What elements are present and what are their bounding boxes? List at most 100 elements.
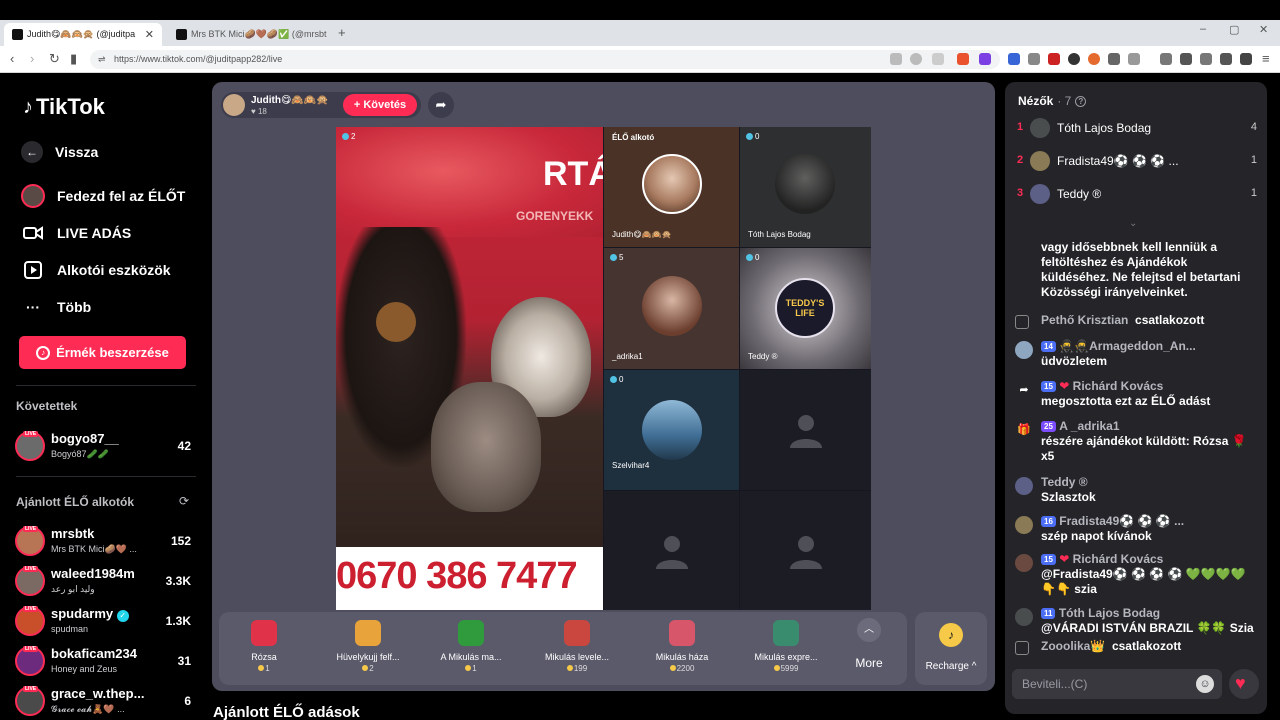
level-badge: 14 [1041, 341, 1056, 352]
gift-item[interactable]: Rózsa 1 [219, 620, 309, 673]
emoji-icon[interactable]: ☺ [1196, 675, 1214, 693]
nav-label: Fedezd fel az ÉLŐT [57, 188, 186, 204]
expand-viewers-icon[interactable]: ⌄ [1129, 218, 1137, 229]
chat-user[interactable]: Fradista49⚽ ⚽ ⚽ ... [1059, 514, 1184, 528]
extension-icon[interactable] [1068, 53, 1080, 65]
chat-text: üdvözletem [1041, 354, 1108, 368]
recharge-button[interactable]: ♪ Recharge ^ [915, 612, 987, 685]
empty-seat[interactable] [740, 491, 871, 610]
gift-item[interactable]: Mikulás háza 2200 [637, 620, 727, 673]
browser-tab[interactable]: Mrs BTK Mici🥔🤎🥔✅ (@mrsbt [168, 23, 328, 46]
host-avatar[interactable] [223, 94, 245, 116]
zoom-icon[interactable] [910, 53, 922, 65]
gift-item[interactable]: A Mikulás ma... 1 [426, 620, 516, 673]
rose-gift-icon [251, 620, 277, 646]
chat-user[interactable]: Richárd Kovács [1073, 379, 1164, 393]
nav-explore-live[interactable]: Fedezd fel az ÉLŐT [21, 184, 185, 208]
guest-video[interactable]: 5 _adrika1 [604, 248, 739, 369]
viewer-row[interactable]: 2 Fradista49⚽ ⚽ ⚽ ... 1 [1017, 151, 1257, 173]
recommended-item[interactable]: LIVE grace_w.thep... 𝓖𝓻𝓪𝓬𝓮 𝓮𝓪𝓱🧸🤎 ... 6 [15, 684, 191, 720]
share-icon[interactable] [932, 53, 944, 65]
viewer-count: 152 [170, 534, 191, 548]
chat-user[interactable]: Zooolika👑 [1041, 639, 1105, 653]
menu-icon[interactable]: ≡ [1262, 51, 1270, 66]
avatar[interactable] [1015, 608, 1033, 626]
gift-item[interactable]: Mikulás expre... 5999 [741, 620, 831, 673]
avatar[interactable] [1015, 516, 1033, 534]
empty-seat[interactable] [604, 491, 739, 610]
chat-user[interactable]: Tóth Lajos Bodag [1059, 606, 1160, 620]
nav-live-broadcast[interactable]: LIVE ADÁS [21, 221, 131, 245]
avatar[interactable] [1015, 477, 1033, 495]
host-name[interactable]: Judith😋🙈🙉🙊 [251, 95, 329, 106]
tiktok-logo[interactable]: ♪ TikTok [23, 94, 105, 120]
bookmark-icon[interactable]: ▮ [70, 51, 77, 67]
close-window-button[interactable]: ✕ [1259, 23, 1268, 36]
music-icon[interactable] [1160, 53, 1172, 65]
back-button[interactable]: ← Vissza [21, 141, 98, 163]
get-coins-button[interactable]: ♪ Érmék beszerzése [19, 336, 186, 369]
gift-item[interactable]: Mikulás levele... 199 [532, 620, 622, 673]
avatar[interactable] [1015, 341, 1033, 359]
share-icon[interactable]: ➦ [428, 92, 454, 118]
extension-icon[interactable] [1008, 53, 1020, 65]
gift-item[interactable]: Hüvelykujj felf... 2 [323, 620, 413, 673]
help-icon[interactable]: ? [1075, 95, 1087, 107]
host-video[interactable]: ÉLŐ alkotó Judith😋🙈🙉🙊 [604, 127, 739, 247]
more-gifts-button[interactable]: ︿ More [849, 618, 889, 670]
recommended-item[interactable]: LIVE spudarmy ✓ spudman 1.3K [15, 604, 191, 640]
reload-icon[interactable]: ↻ [49, 51, 60, 67]
like-button[interactable]: ♥ [1229, 669, 1259, 699]
extension-icon[interactable] [1088, 53, 1100, 65]
chat-user[interactable]: A _adrika1 [1059, 419, 1119, 433]
refresh-icon[interactable]: ⟳ [179, 494, 189, 508]
following-item[interactable]: LIVE bogyo87__ Bogyó87🥒🥒 42 [15, 429, 191, 465]
forward-arrow-icon[interactable]: › [30, 51, 34, 66]
recommended-lives-heading: Ajánlott ÉLŐ adások [213, 704, 360, 720]
translate-icon[interactable] [890, 53, 902, 65]
puzzle-icon[interactable] [1108, 53, 1120, 65]
camera-icon [21, 221, 45, 245]
nav-creator-tools[interactable]: Alkotói eszközök [21, 258, 171, 282]
new-tab-button[interactable]: + [338, 25, 346, 40]
guest-video[interactable]: 0 Tóth Lajos Bodag [740, 127, 871, 247]
maximize-button[interactable]: ▢ [1229, 23, 1239, 36]
chat-user[interactable]: Pethő Krisztian [1041, 313, 1128, 327]
rewards-icon[interactable] [979, 53, 991, 65]
sidebar-icon[interactable] [1180, 53, 1192, 65]
recommended-item[interactable]: LIVE mrsbtk Mrs BTK Mici🥔🤎 ... 152 [15, 524, 191, 560]
extension-icon[interactable] [1048, 53, 1060, 65]
extension-icon[interactable] [1128, 53, 1140, 65]
back-arrow-icon[interactable]: ‹ [10, 51, 14, 66]
avatar[interactable] [1015, 554, 1033, 572]
chat-user[interactable]: 🥷🥷Armageddon_An... [1059, 339, 1196, 353]
site-info-icon[interactable]: ⇌ [98, 50, 106, 69]
main-guest-video[interactable]: RTÁS GORENYEKK 0670 386 7477 2 Richárd K… [336, 127, 603, 610]
brave-shield-icon[interactable] [957, 53, 969, 65]
viewer-row[interactable]: 3 Teddy ® 1 [1017, 184, 1257, 206]
browser-tab-active[interactable]: Judith😋🙈🙉🙊 (@juditpa ✕ [4, 23, 162, 46]
gift-name: Mikulás levele... [544, 652, 610, 662]
viewer-row[interactable]: 1 Tóth Lajos Bodag 4 [1017, 118, 1257, 140]
nav-more[interactable]: ··· Több [21, 295, 91, 319]
gift-name: Rózsa [251, 652, 277, 662]
wallet-icon[interactable] [1200, 53, 1212, 65]
follow-button[interactable]: + Követés [343, 94, 417, 116]
empty-seat[interactable] [740, 370, 871, 490]
coin-icon [669, 665, 676, 671]
guest-video[interactable]: 0 Szelvihar4 [604, 370, 739, 490]
minimize-button[interactable]: – [1200, 23, 1206, 35]
chat-user[interactable]: Richárd Kovács [1073, 552, 1164, 566]
recommended-item[interactable]: LIVE waleed1984m وليد ابو رعد 3.3K [15, 564, 191, 600]
tab-close-icon[interactable]: ✕ [145, 28, 154, 41]
guest-video[interactable]: TEDDY'S LIFE 0 Teddy ® [740, 248, 871, 369]
ai-icon[interactable] [1220, 53, 1232, 65]
chat-user[interactable]: Teddy ® [1041, 475, 1088, 489]
recommended-item[interactable]: LIVE bokaficam234 Honey and Zeus 31 [15, 644, 191, 680]
user-nickname: Mrs BTK Mici🥔🤎 ... [51, 544, 137, 554]
address-input[interactable]: ⇌ https://www.tiktok.com/@juditpapp282/l… [90, 50, 1000, 69]
guest-name: _adrika1 [612, 352, 643, 361]
extension-icon[interactable] [1028, 53, 1040, 65]
vpn-icon[interactable] [1240, 53, 1252, 65]
chat-input[interactable]: Beviteli...(C) ☺ [1012, 669, 1222, 699]
